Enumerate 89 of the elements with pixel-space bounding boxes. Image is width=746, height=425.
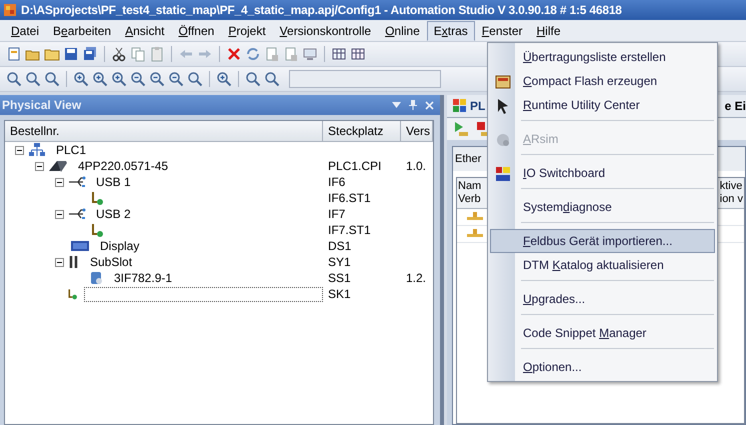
zoom-in-icon[interactable] [73, 71, 89, 87]
monitor-icon[interactable] [302, 46, 318, 62]
zoom-out-icon[interactable] [149, 71, 165, 87]
column-header[interactable]: Steckplatz [323, 121, 401, 141]
magnifier-icon[interactable] [25, 71, 41, 87]
column-header[interactable]: ktive ion v [718, 178, 744, 208]
grid-icon[interactable] [350, 46, 366, 62]
pane-title: Physical View [2, 98, 82, 112]
table-cell-text: IF7.ST1 [327, 223, 372, 237]
menu-item[interactable]: Optionen... [490, 355, 715, 379]
network-tree-icon [28, 142, 46, 158]
tab[interactable]: PL [470, 99, 486, 113]
magnifier-icon[interactable] [245, 71, 261, 87]
menu-item[interactable]: Online [378, 20, 427, 40]
save-icon[interactable] [63, 46, 79, 62]
collapse-icon[interactable] [55, 210, 64, 218]
table-cell-text: SS1 [327, 271, 352, 285]
collapse-icon[interactable] [55, 258, 64, 266]
device-icon [48, 159, 68, 173]
tree-item[interactable]: PLC1 [56, 143, 86, 157]
magnifier-icon[interactable] [187, 71, 203, 87]
collapse-icon[interactable] [15, 146, 24, 154]
menu-item[interactable]: Hilfe [530, 20, 568, 40]
magnifier-icon[interactable] [44, 71, 60, 87]
colored-blocks-icon [495, 166, 511, 182]
play-icon[interactable] [453, 121, 469, 137]
menu-item[interactable]: Projekt [221, 20, 273, 40]
zoom-out-icon[interactable] [130, 71, 146, 87]
pin-icon[interactable] [409, 100, 417, 110]
slot-icon [68, 255, 80, 269]
tree-item[interactable]: Display [100, 239, 140, 253]
tree-item[interactable]: USB 1 [96, 175, 131, 189]
network-node-icon [467, 212, 483, 222]
save-all-icon[interactable] [82, 46, 98, 62]
column-header[interactable]: Bestellnr. [5, 121, 323, 141]
menu-item[interactable]: Datei [4, 20, 46, 40]
connector-plus-icon [90, 223, 104, 237]
close-icon[interactable] [425, 100, 434, 110]
table-cell-text: 1.2. [405, 271, 428, 285]
column-header[interactable]: Nam Verb [457, 178, 482, 208]
column-header[interactable]: Vers [401, 121, 433, 141]
dropdown-arrow-icon[interactable] [392, 102, 401, 108]
collapse-icon[interactable] [35, 162, 44, 170]
table-cell-text: IF7 [327, 207, 346, 221]
colored-squares-icon [453, 99, 467, 113]
name-input-field[interactable] [84, 286, 323, 302]
display-icon [70, 240, 90, 252]
table-cell-text: IF6 [327, 175, 346, 189]
menu-item[interactable]: Ansicht [118, 20, 172, 40]
zoom-out-icon[interactable] [168, 71, 184, 87]
tab-label[interactable]: e Ei [724, 99, 746, 113]
tree-item[interactable]: USB 2 [96, 207, 131, 221]
table-cell-text: PLC1.CPI [327, 159, 382, 173]
table-cell-text: DS1 [327, 239, 352, 253]
collapse-icon[interactable] [55, 178, 64, 186]
connector-plus-icon [67, 287, 78, 301]
delete-icon[interactable] [226, 46, 242, 62]
zoom-in-icon[interactable] [92, 71, 108, 87]
window-title: D:\ASprojects\PF_test4_static_map\PF_4_static_map.apj/Config1 - Automation Studio V 3.0.90.18 # 1:5 46818 [21, 3, 622, 17]
menu-item[interactable]: Fenster [474, 20, 530, 40]
table-cell-text: SY1 [327, 255, 352, 269]
menu-item[interactable]: Feldbus Gerät importieren... [490, 229, 715, 253]
connector-plus-icon [90, 191, 104, 205]
zoom-in-icon[interactable] [216, 71, 232, 87]
table-cell-text: SK1 [327, 287, 352, 301]
new-file-icon[interactable] [6, 46, 22, 62]
tree-item[interactable]: 3IF782.9-1 [114, 271, 172, 285]
tree-item[interactable]: SubSlot [90, 255, 132, 269]
refresh-icon[interactable] [245, 46, 261, 62]
table-cell-text: 1.0. [405, 159, 428, 173]
dropdown-field[interactable] [289, 70, 441, 88]
usb-icon [68, 208, 86, 220]
tree-item[interactable]: 4PP220.0571-45 [78, 159, 168, 173]
menu-item[interactable]: Versionskontrolle [272, 20, 378, 40]
menu-item[interactable]: Öffnen [171, 20, 222, 40]
table-cell-text: IF6.ST1 [327, 191, 372, 205]
menu-item[interactable]: Bearbeiten [46, 20, 118, 40]
cut-icon[interactable] [111, 46, 127, 62]
app-icon [3, 3, 17, 17]
magnifier-icon[interactable] [264, 71, 280, 87]
menu-item[interactable]: Extras [426, 20, 475, 40]
module-icon [90, 271, 104, 285]
tab[interactable]: Ether [455, 153, 482, 165]
magnifier-icon[interactable] [6, 71, 22, 87]
usb-icon [68, 176, 86, 188]
zoom-in-icon[interactable] [111, 71, 127, 87]
grid-icon[interactable] [331, 46, 347, 62]
network-node-icon [467, 229, 483, 239]
memory-card-icon [495, 74, 511, 90]
